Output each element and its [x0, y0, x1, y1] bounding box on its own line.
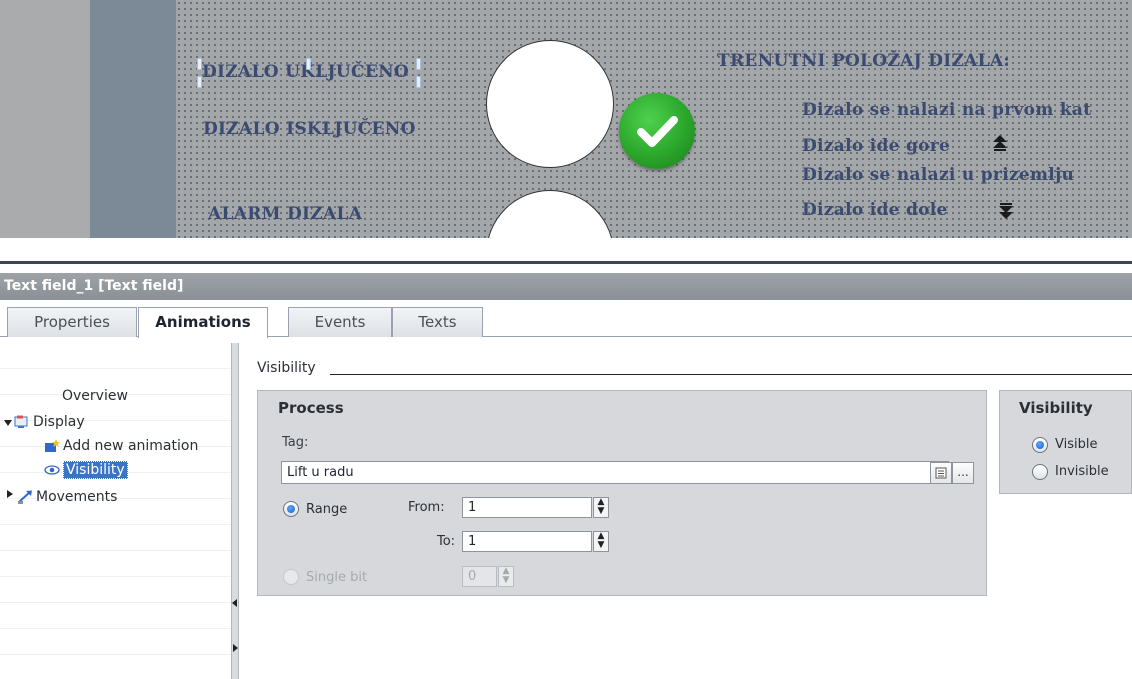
single-bit-label: Single bit — [306, 570, 368, 585]
eye-icon — [44, 465, 60, 475]
tag-list-button[interactable] — [930, 462, 952, 484]
tag-label: Tag: — [282, 435, 309, 450]
tree-scrollbar[interactable] — [231, 343, 239, 679]
to-label: To: — [437, 534, 456, 549]
expand-movements-icon[interactable] — [7, 490, 13, 498]
hmi-canvas: DIZALO UKLJUČENO DIZALO ISKLJUČENO ALARM… — [0, 0, 1132, 238]
lift-status-lamp[interactable] — [486, 40, 614, 168]
tab-properties[interactable]: Properties — [7, 307, 137, 337]
to-stepper[interactable]: ▲ ▼ — [593, 531, 609, 552]
process-title: Process — [278, 399, 344, 417]
first-floor-label[interactable]: Dizalo se nalazi na prvom kat — [802, 100, 1091, 120]
canvas-margin-dark — [90, 0, 176, 238]
lift-off-label[interactable]: DIZALO ISKLJUČENO — [203, 119, 416, 139]
to-input[interactable]: 1 — [462, 531, 592, 552]
check-mark-icon — [637, 116, 678, 147]
scroll-left-arrow[interactable] — [232, 599, 237, 607]
selection-handle[interactable] — [197, 58, 202, 70]
tab-events[interactable]: Events — [288, 307, 392, 337]
tree-item-overview[interactable]: Overview — [62, 387, 128, 405]
visibility-title: Visibility — [1019, 399, 1093, 417]
tree-item-label: Overview — [62, 388, 128, 404]
tab-animations[interactable]: Animations — [138, 307, 268, 338]
display-icon — [14, 415, 28, 428]
movements-icon — [18, 490, 32, 504]
tab-texts[interactable]: Texts — [392, 307, 483, 337]
lift-alarm-label[interactable]: ALARM DIZALA — [208, 204, 362, 224]
single-bit-radio[interactable] — [283, 569, 299, 585]
tree-item-label: Add new animation — [63, 438, 199, 454]
scroll-right-arrow[interactable] — [233, 644, 238, 652]
selection-handle[interactable] — [416, 76, 421, 88]
selection-handle[interactable] — [416, 58, 421, 70]
arrow-up-icon[interactable] — [991, 134, 1009, 152]
going-down-label[interactable]: Dizalo ide dole — [802, 200, 948, 220]
tree-item-label: Movements — [36, 489, 118, 505]
arrow-down-icon[interactable] — [997, 202, 1015, 220]
invisible-radio[interactable] — [1032, 464, 1048, 480]
visible-label: Visible — [1055, 437, 1098, 452]
range-label: Range — [306, 502, 348, 517]
single-bit-input[interactable]: 0 — [462, 566, 497, 587]
tag-browse-button[interactable]: ... — [952, 462, 974, 484]
ground-floor-label[interactable]: Dizalo se nalazi u prizemlju — [802, 165, 1074, 185]
tree-item-movements[interactable]: Movements — [17, 488, 117, 506]
section-heading-line — [330, 374, 1132, 375]
tree-item-add-new-animation[interactable]: Add new animation — [44, 437, 198, 455]
tree-item-label-selected: Visibility — [63, 461, 128, 479]
expand-display-icon[interactable] — [4, 420, 12, 426]
tree-item-visibility[interactable]: Visibility — [44, 461, 128, 479]
single-bit-stepper[interactable]: ▲ ▼ — [498, 566, 514, 587]
process-group — [257, 390, 987, 596]
tree-item-display[interactable]: Display — [14, 413, 85, 431]
from-stepper[interactable]: ▲ ▼ — [593, 497, 609, 518]
selection-handle[interactable] — [306, 58, 311, 70]
tag-input[interactable]: Lift u radu — [281, 461, 949, 484]
inspector-title-bar: Text field_1 [Text field] — [0, 273, 1132, 300]
selection-handle[interactable] — [197, 76, 202, 88]
splitter[interactable] — [0, 261, 1132, 264]
list-icon — [935, 467, 947, 479]
from-input[interactable]: 1 — [462, 497, 592, 518]
check-circle-icon[interactable] — [619, 93, 695, 169]
visible-radio[interactable] — [1032, 437, 1048, 453]
add-animation-icon — [45, 439, 60, 452]
tree-item-label: Display — [33, 414, 85, 430]
invisible-label: Invisible — [1055, 464, 1109, 479]
range-radio[interactable] — [283, 501, 299, 517]
position-title[interactable]: TRENUTNI POLOŽAJ DIZALA: — [717, 51, 1010, 71]
canvas-margin — [0, 0, 90, 238]
going-up-label[interactable]: Dizalo ide gore — [802, 136, 950, 156]
from-label: From: — [408, 500, 445, 515]
section-heading: Visibility — [257, 360, 316, 376]
